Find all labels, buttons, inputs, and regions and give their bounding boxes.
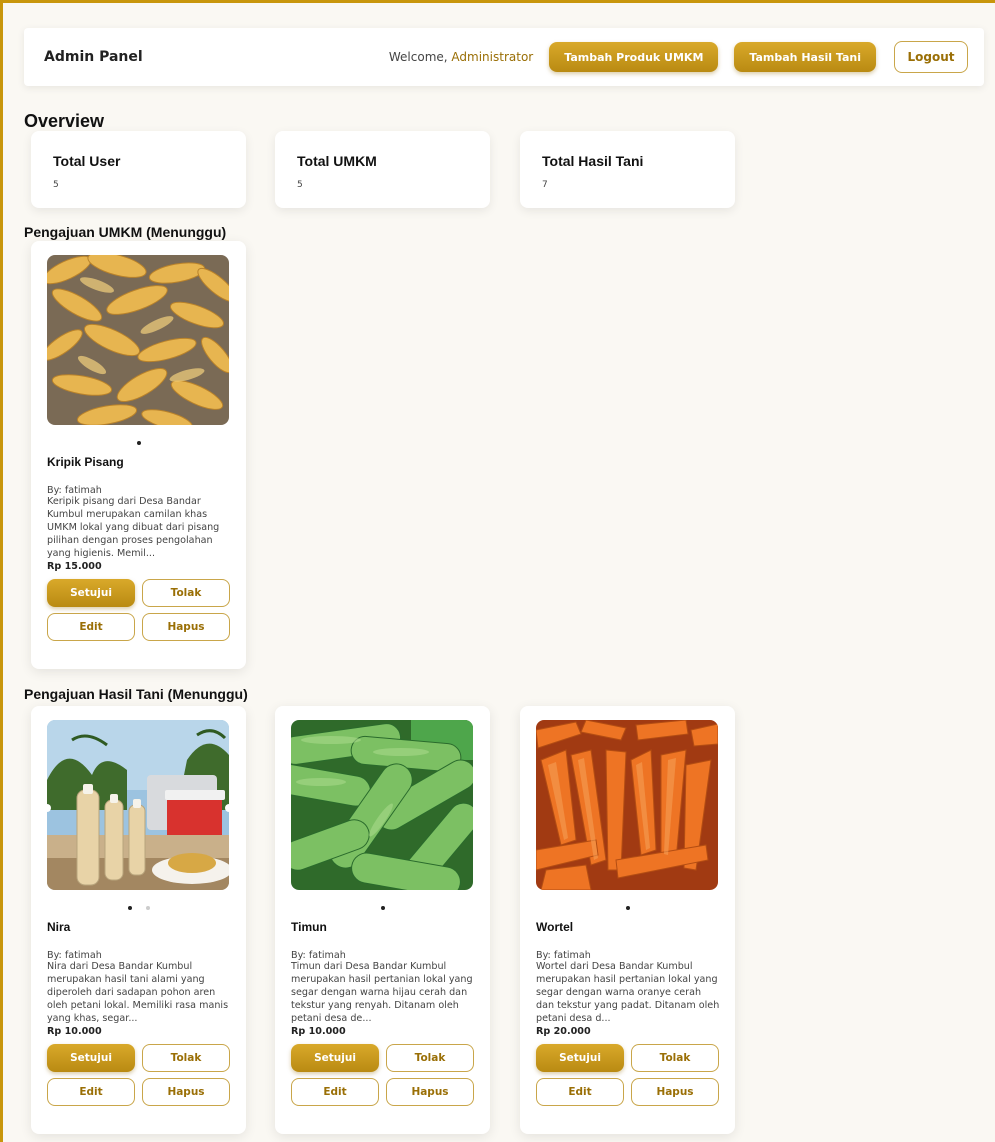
approve-button[interactable]: Setujui [47,1043,135,1072]
product-description: Timun dari Desa Bandar Kumbul merupakan … [291,961,473,1024]
tani-pending-heading: Pengajuan Hasil Tani (Menunggu) [24,686,248,702]
edit-button[interactable]: Edit [47,1077,135,1106]
product-author: By: fatimah [536,950,591,961]
carousel-dot-active[interactable] [625,906,630,910]
stat-card-total-hasil-tani: Total Hasil Tani 7 [520,131,735,208]
umkm-card-kripik-pisang: Kripik Pisang By: fatimah Keripik pisang… [31,241,246,669]
stat-value: 7 [542,180,548,190]
image-carousel-dots [291,890,474,910]
image-carousel-dots [47,890,230,910]
logout-button[interactable]: Logout [894,41,968,73]
reject-button[interactable]: Tolak [142,578,230,607]
product-price: Rp 20.000 [536,1025,591,1037]
add-umkm-product-button[interactable]: Tambah Produk UMKM [549,42,719,72]
edit-button[interactable]: Edit [291,1077,379,1106]
product-price: Rp 15.000 [47,560,102,572]
stat-label: Total Hasil Tani [542,153,644,169]
product-image-cucumbers[interactable] [291,720,473,890]
tani-card-wortel: Wortel By: fatimah Wortel dari Desa Band… [520,706,735,1134]
product-description: Wortel dari Desa Bandar Kumbul merupakan… [536,961,720,1024]
reject-button[interactable]: Tolak [142,1043,230,1072]
overview-heading: Overview [24,111,105,131]
approve-button[interactable]: Setujui [47,578,135,607]
delete-button[interactable]: Hapus [142,1077,230,1106]
product-image-banana-chips[interactable] [47,255,229,425]
edit-button[interactable]: Edit [47,612,135,641]
image-carousel-dots [536,890,719,910]
approve-button[interactable]: Setujui [536,1043,624,1072]
card-actions: Setujui Tolak Edit Hapus [47,1043,230,1106]
product-name: Kripik Pisang [47,455,124,469]
delete-button[interactable]: Hapus [142,612,230,641]
stat-value: 5 [53,180,59,190]
reject-button[interactable]: Tolak [386,1043,474,1072]
edit-button[interactable]: Edit [536,1077,624,1106]
brand-title: Admin Panel [44,49,143,65]
stat-label: Total User [53,153,121,169]
tani-card-timun: Timun By: fatimah Timun dari Desa Bandar… [275,706,490,1134]
product-author: By: fatimah [47,950,102,961]
product-name: Nira [47,920,71,934]
card-actions: Setujui Tolak Edit Hapus [47,578,230,641]
stat-label: Total UMKM [297,153,377,169]
product-image-palm-sap[interactable] [47,720,229,890]
card-actions: Setujui Tolak Edit Hapus [291,1043,474,1106]
carousel-dot-inactive[interactable] [145,906,150,910]
delete-button[interactable]: Hapus [631,1077,719,1106]
product-description: Keripik pisang dari Desa Bandar Kumbul m… [47,496,220,559]
tani-card-nira: Nira By: fatimah Nira dari Desa Bandar K… [31,706,246,1134]
welcome-prefix: Welcome, [388,50,452,64]
reject-button[interactable]: Tolak [631,1043,719,1072]
stat-card-total-umkm: Total UMKM 5 [275,131,490,208]
add-farm-product-button[interactable]: Tambah Hasil Tani [734,42,876,72]
card-actions: Setujui Tolak Edit Hapus [536,1043,719,1106]
top-navbar: Admin Panel Welcome, Administrator Tamba… [24,28,984,86]
product-author: By: fatimah [291,950,346,961]
welcome-username: Administrator [451,50,534,64]
approve-button[interactable]: Setujui [291,1043,379,1072]
welcome-text: Welcome, Administrator [389,50,533,64]
stat-value: 5 [297,180,303,190]
product-image-carrots[interactable] [536,720,718,890]
umkm-pending-heading: Pengajuan UMKM (Menunggu) [24,224,227,240]
image-carousel-dots [47,425,230,445]
product-price: Rp 10.000 [47,1025,102,1037]
stat-card-total-user: Total User 5 [31,131,246,208]
carousel-dot-active[interactable] [380,906,385,910]
carousel-dot-active[interactable] [136,441,141,445]
product-name: Wortel [536,920,574,934]
carousel-next-icon[interactable] [225,804,229,812]
delete-button[interactable]: Hapus [386,1077,474,1106]
product-author: By: fatimah [47,485,102,496]
product-description: Nira dari Desa Bandar Kumbul merupakan h… [47,961,229,1024]
carousel-dot-active[interactable] [127,906,132,910]
product-name: Timun [291,920,327,934]
product-price: Rp 10.000 [291,1025,346,1037]
